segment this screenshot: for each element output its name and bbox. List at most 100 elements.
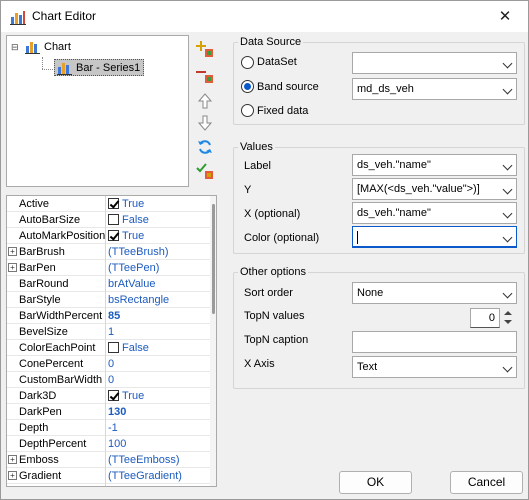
column-divider — [105, 228, 106, 244]
sort-order-combo[interactable]: None — [352, 282, 517, 304]
property-row[interactable]: ColorEachPoint False — [7, 340, 211, 356]
property-row[interactable]: DepthPercent 100 — [7, 436, 211, 452]
title-bar: Chart Editor ✕ — [1, 1, 528, 32]
property-value-text: 85 — [108, 310, 121, 322]
topn-caption-input[interactable] — [352, 331, 517, 353]
property-row[interactable]: BevelSize 1 — [7, 324, 211, 340]
property-row[interactable]: + Emboss (TTeeEmboss) — [7, 452, 211, 468]
chevron-down-icon — [502, 208, 513, 219]
property-row[interactable]: Active True — [7, 196, 211, 212]
property-value[interactable]: 85 — [108, 310, 211, 322]
values-group-label: Values — [238, 141, 275, 153]
expand-icon[interactable]: + — [8, 471, 17, 480]
move-up-button[interactable] — [194, 91, 216, 111]
close-icon[interactable]: ✕ — [482, 1, 528, 32]
checkbox[interactable] — [108, 214, 119, 225]
property-value[interactable]: False — [108, 214, 211, 226]
expand-icon[interactable]: + — [8, 263, 17, 272]
property-value[interactable]: 0 — [108, 358, 211, 370]
property-value-text: 0 — [108, 358, 115, 370]
topn-values-spinner[interactable]: 0 — [470, 308, 500, 328]
x-axis-combo[interactable]: Text — [352, 356, 517, 378]
chevron-down-icon — [502, 84, 513, 95]
property-value[interactable]: (TTeeGradient) — [108, 470, 211, 482]
y-combo[interactable]: [MAX(<ds_veh."value">)] — [352, 178, 517, 200]
property-row[interactable]: BarRound brAtValue — [7, 276, 211, 292]
spin-down-icon[interactable] — [504, 320, 512, 324]
color-combo[interactable] — [352, 226, 517, 248]
tree-item-chart[interactable]: Chart — [25, 40, 71, 54]
property-row[interactable]: Depth -1 — [7, 420, 211, 436]
spin-up-icon[interactable] — [504, 311, 512, 315]
tree-collapse-icon[interactable]: ⊟ — [11, 42, 19, 53]
tree-item-series[interactable]: Bar - Series1 — [54, 59, 145, 76]
property-value[interactable]: True — [108, 390, 211, 402]
property-value[interactable]: (TTeeBrush) — [108, 246, 211, 258]
move-up-icon — [198, 93, 212, 109]
property-value[interactable]: False — [108, 342, 211, 354]
property-row[interactable]: + BarPen (TTeePen) — [7, 260, 211, 276]
property-value[interactable]: (TTeeEmboss) — [108, 454, 211, 466]
expand-icon[interactable]: + — [8, 247, 17, 256]
band-source-radio[interactable] — [241, 80, 254, 93]
property-value[interactable]: bsRectangle — [108, 294, 211, 306]
property-value[interactable]: 100 — [108, 438, 211, 450]
property-row[interactable] — [7, 484, 211, 486]
ok-button[interactable]: OK — [339, 471, 412, 494]
checkbox[interactable] — [108, 342, 119, 353]
add-series-button[interactable] — [194, 39, 216, 59]
checkbox[interactable] — [108, 230, 119, 241]
move-down-button[interactable] — [194, 113, 216, 133]
checkbox[interactable] — [108, 390, 119, 401]
series-tree[interactable]: ⊟ Chart Bar - Series1 — [6, 35, 189, 187]
property-row[interactable]: ConePercent 0 — [7, 356, 211, 372]
property-value[interactable]: 0 — [108, 374, 211, 386]
chart-app-icon — [10, 11, 26, 25]
property-row[interactable]: + Gradient (TTeeGradient) — [7, 468, 211, 484]
property-row[interactable]: Dark3D True — [7, 388, 211, 404]
property-row[interactable]: CustomBarWidth 0 — [7, 372, 211, 388]
band-source-combo[interactable]: md_ds_veh — [352, 78, 517, 100]
property-name: BevelSize — [19, 326, 68, 338]
property-row[interactable]: DarkPen 130 — [7, 404, 211, 420]
tree-item-series-label: Bar - Series1 — [76, 61, 141, 74]
property-value[interactable]: -1 — [108, 422, 211, 434]
topn-values-value: 0 — [488, 312, 495, 324]
y-field-label: Y — [244, 184, 252, 196]
property-value-text: 130 — [108, 406, 127, 418]
property-name: Gradient — [19, 470, 62, 482]
property-value[interactable]: True — [108, 230, 211, 242]
inspector-scroll-thumb[interactable] — [212, 204, 215, 314]
checkbox[interactable] — [108, 198, 119, 209]
property-row[interactable]: + BarBrush (TTeeBrush) — [7, 244, 211, 260]
property-name: DarkPen — [19, 406, 62, 418]
property-row[interactable]: AutoBarSize False — [7, 212, 211, 228]
delete-series-button[interactable] — [194, 65, 216, 85]
property-row[interactable]: BarWidthPercent 85 — [7, 308, 211, 324]
dataset-combo[interactable] — [352, 52, 517, 74]
inspector-scrollbar[interactable] — [210, 196, 216, 486]
tree-connector — [42, 57, 43, 69]
expand-icon[interactable]: + — [8, 455, 17, 464]
property-value[interactable]: brAtValue — [108, 278, 211, 290]
refresh-button[interactable] — [194, 137, 216, 157]
property-value[interactable]: 1 — [108, 326, 211, 338]
dataset-radio[interactable] — [241, 56, 254, 69]
property-value[interactable]: True — [108, 198, 211, 210]
validate-button[interactable] — [194, 161, 216, 181]
topn-spin-buttons[interactable] — [502, 308, 516, 328]
property-inspector[interactable]: + Gradient (TTeeGradient) + Emboss (TTeeEmbos… — [6, 195, 217, 487]
property-value[interactable]: (TTeePen) — [108, 262, 211, 274]
property-value[interactable]: 130 — [108, 406, 211, 418]
validate-icon — [196, 163, 213, 179]
property-row[interactable]: BarStyle bsRectangle — [7, 292, 211, 308]
cancel-button[interactable]: Cancel — [450, 471, 523, 494]
label-combo[interactable]: ds_veh."name" — [352, 154, 517, 176]
tree-item-chart-label: Chart — [44, 41, 71, 53]
dataset-radio-label: DataSet — [257, 56, 297, 68]
property-row[interactable]: AutoMarkPosition True — [7, 228, 211, 244]
column-divider — [105, 196, 106, 212]
property-value-text: (TTeeEmboss) — [108, 454, 180, 466]
x-combo[interactable]: ds_veh."name" — [352, 202, 517, 224]
fixed-data-radio[interactable] — [241, 104, 254, 117]
